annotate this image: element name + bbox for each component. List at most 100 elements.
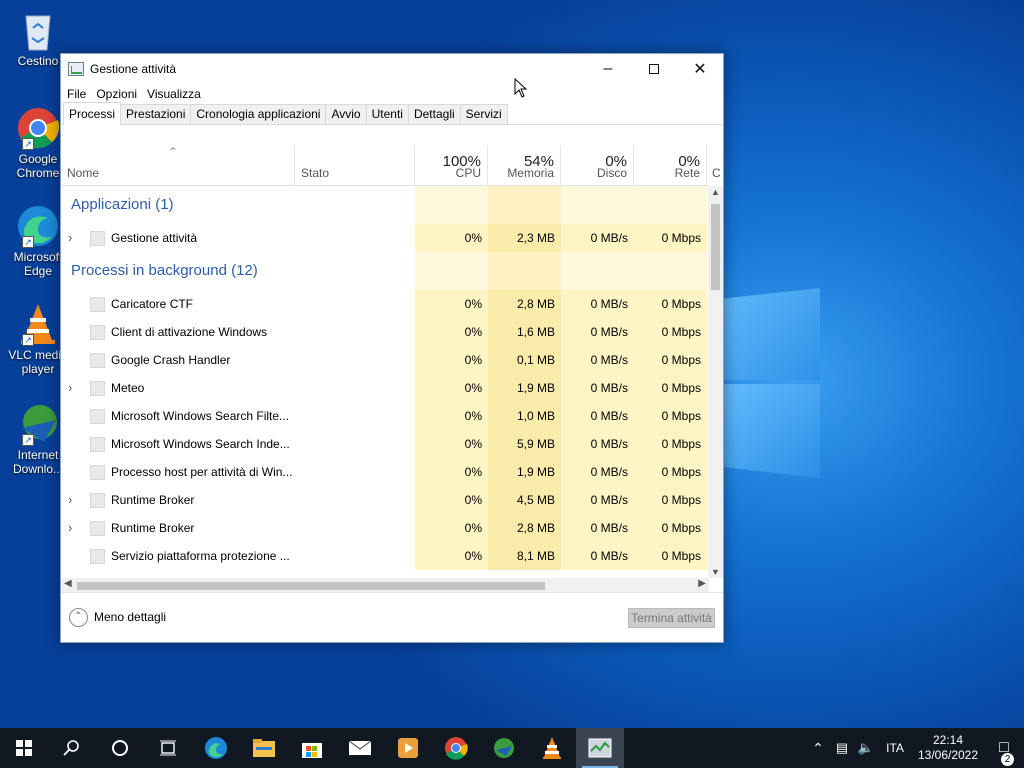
col-cpu[interactable]: 100% CPU [415, 145, 488, 185]
col-extra[interactable]: C [712, 166, 721, 180]
process-row[interactable]: › Gestione attività 0% 2,3 MB 0 MB/s 0 Mbps [61, 224, 709, 252]
memory-value: 1,9 MB [488, 458, 561, 486]
start-button[interactable] [0, 728, 48, 768]
group-header[interactable]: Applicazioni (1) [61, 186, 709, 224]
notifications-button[interactable]: □ 2 [984, 739, 1024, 766]
disk-value: 0 MB/s [561, 374, 634, 402]
process-row[interactable]: Google Crash Handler 0% 0,1 MB 0 MB/s 0 Mbps [61, 346, 709, 374]
memory-value: 2,8 MB [488, 290, 561, 318]
process-icon [90, 409, 105, 424]
menu-view[interactable]: Visualizza [147, 87, 201, 101]
maximize-button[interactable] [631, 54, 677, 83]
time: 22:14 [932, 733, 964, 747]
col-status[interactable]: Stato [295, 145, 415, 185]
memory-value: 4,5 MB [488, 486, 561, 514]
process-row[interactable]: Client di attivazione Windows 0% 1,6 MB 0 M… [61, 318, 709, 346]
cpu-value: 0% [415, 374, 488, 402]
chevron-right-icon[interactable]: › [68, 224, 72, 252]
memory-value: 2,3 MB [488, 224, 561, 252]
chevron-up-icon[interactable]: ⌃ [806, 740, 830, 757]
process-row[interactable]: › Runtime Broker 0% 2,8 MB 0 MB/s 0 Mbps [61, 514, 709, 542]
language-indicator[interactable]: ITA [878, 741, 912, 755]
vertical-scrollbar[interactable]: ▲ ▼ [708, 186, 723, 578]
less-details-button[interactable]: Meno dettagli [94, 610, 166, 624]
group-header[interactable]: Processi in background (12) [61, 252, 709, 290]
network-value: 0 Mbps [634, 224, 707, 252]
col-network[interactable]: 0% Rete [634, 145, 707, 185]
store-icon [302, 743, 322, 758]
process-name: Google Crash Handler [111, 353, 231, 367]
process-row[interactable]: Servizio piattaforma protezione ... 0% 8,1… [61, 542, 709, 570]
taskbar-task-manager[interactable] [576, 728, 624, 768]
tab-performance[interactable]: Prestazioni [120, 104, 192, 124]
clock[interactable]: 22:14 13/06/2022 [912, 733, 984, 763]
chevron-right-icon[interactable]: › [68, 374, 72, 402]
col-disk[interactable]: 0% Disco [561, 145, 634, 185]
tab-app-history[interactable]: Cronologia applicazioni [190, 104, 327, 124]
horizontal-scrollbar[interactable]: ◀ ▶ [61, 578, 709, 593]
minimize-button[interactable]: – [585, 54, 631, 83]
process-row[interactable]: › Meteo 0% 1,9 MB 0 MB/s 0 Mbps [61, 374, 709, 402]
task-view-button[interactable] [144, 728, 192, 768]
disk-value: 0 MB/s [561, 318, 634, 346]
process-row[interactable]: Caricatore CTF 0% 2,8 MB 0 MB/s 0 Mbps [61, 290, 709, 318]
horizontal-scroll-thumb[interactable] [77, 582, 545, 590]
disk-value: 0 MB/s [561, 430, 634, 458]
scroll-right-icon[interactable]: ▶ [698, 578, 706, 589]
column-headers: ⌃ Nome Stato 100% CPU 54% Memoria 0% Disco … [61, 145, 721, 186]
tab-startup[interactable]: Avvio [325, 104, 367, 124]
tab-services[interactable]: Servizi [459, 104, 508, 124]
cortana-button[interactable] [96, 728, 144, 768]
task-view-icon [160, 740, 176, 756]
process-row[interactable]: › Runtime Broker 0% 4,5 MB 0 MB/s 0 Mbps [61, 486, 709, 514]
volume-muted-icon[interactable]: 🔈 [854, 740, 878, 756]
title-bar[interactable]: Gestione attività – ✕ [61, 54, 723, 83]
vertical-scroll-thumb[interactable] [711, 204, 720, 290]
taskbar-explorer[interactable] [240, 728, 288, 768]
scroll-down-icon[interactable]: ▼ [711, 567, 720, 577]
memory-value: 5,9 MB [488, 430, 561, 458]
process-icon [90, 521, 105, 536]
chevron-right-icon[interactable]: › [68, 514, 72, 542]
taskbar-store[interactable] [288, 728, 336, 768]
chevron-up-icon[interactable]: ⌃ [69, 608, 88, 627]
scroll-up-icon[interactable]: ▲ [711, 187, 720, 197]
search-button[interactable] [48, 728, 96, 768]
taskbar-idm[interactable] [480, 728, 528, 768]
network-icon[interactable]: ▤ [830, 740, 854, 756]
col-memory[interactable]: 54% Memoria [488, 145, 561, 185]
process-row[interactable]: Microsoft Windows Search Filte... 0% 1,0 M… [61, 402, 709, 430]
chrome-icon: ↗ [16, 106, 60, 150]
process-icon [90, 549, 105, 564]
process-icon [90, 493, 105, 508]
group-cell [634, 252, 707, 290]
process-icon [90, 325, 105, 340]
close-button[interactable]: ✕ [677, 54, 723, 83]
task-manager-icon [588, 738, 612, 758]
recycle-bin-icon [16, 8, 60, 52]
tab-users[interactable]: Utenti [365, 104, 409, 124]
tab-details[interactable]: Dettagli [407, 104, 461, 124]
taskbar-vlc[interactable] [528, 728, 576, 768]
taskbar-mail[interactable] [336, 728, 384, 768]
idm-icon: ↗ [16, 402, 60, 446]
menu-options[interactable]: Opzioni [96, 87, 137, 101]
cortana-icon [112, 740, 128, 756]
tab-processes[interactable]: Processi [63, 102, 122, 125]
network-value: 0 Mbps [634, 402, 707, 430]
menu-file[interactable]: File [67, 87, 86, 101]
folder-icon [253, 739, 275, 757]
scroll-left-icon[interactable]: ◀ [64, 578, 72, 589]
end-task-button[interactable]: Termina attività [628, 608, 715, 628]
col-name[interactable]: Nome [61, 145, 295, 185]
task-manager-window[interactable]: Gestione attività – ✕ File Opzioni Visua… [60, 53, 724, 643]
process-row[interactable]: Microsoft Windows Search Inde... 0% 5,9 MB… [61, 430, 709, 458]
taskbar-chrome[interactable] [432, 728, 480, 768]
process-name: Meteo [111, 381, 145, 395]
chevron-right-icon[interactable]: › [68, 486, 72, 514]
taskbar-video[interactable] [384, 728, 432, 768]
footer: ⌃ Meno dettagli Termina attività [61, 592, 723, 642]
process-row[interactable]: Processo host per attività di Win... 0% 1,… [61, 458, 709, 486]
taskbar-edge[interactable] [192, 728, 240, 768]
notification-count: 2 [1001, 753, 1014, 766]
